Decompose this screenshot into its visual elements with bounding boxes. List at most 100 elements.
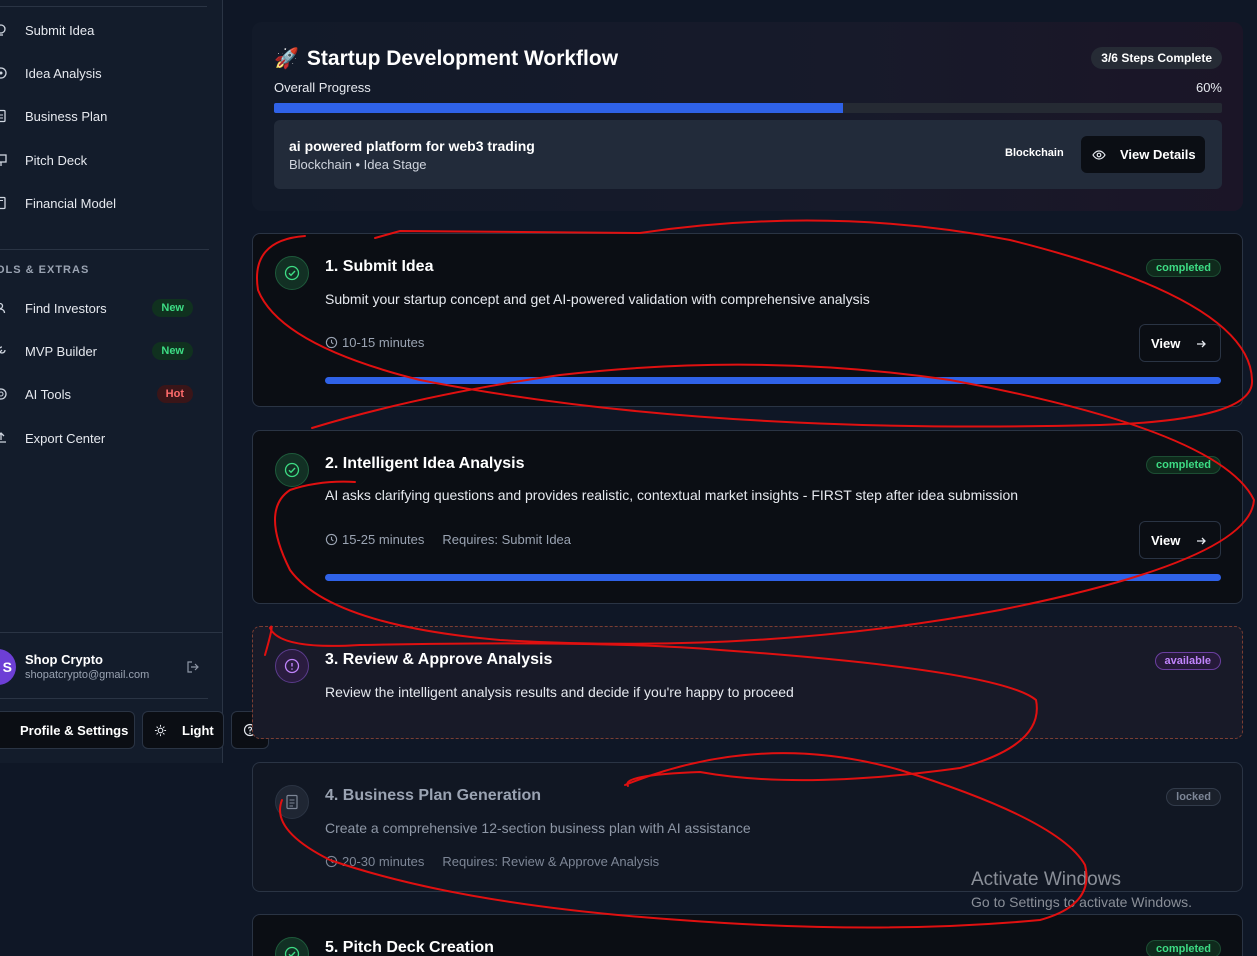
step-description: Create a comprehensive 12-section busine… (325, 820, 751, 836)
status-badge: completed (1145, 259, 1221, 277)
view-details-button[interactable]: View Details (1081, 136, 1205, 173)
profile-settings-label: Profile & Settings (20, 722, 129, 738)
alert-circle-icon (275, 649, 309, 683)
clock-icon (325, 336, 338, 349)
steps-complete-badge: 3/6 Steps Complete (1091, 47, 1222, 69)
user-panel: S Shop Crypto shopatcrypto@gmail.com Pro… (0, 632, 269, 763)
presentation-icon (0, 154, 7, 166)
idea-title: ai powered platform for web3 trading (289, 138, 535, 154)
logout-icon[interactable] (186, 660, 200, 674)
view-step-button[interactable]: View (1139, 324, 1221, 362)
check-circle-icon (275, 453, 309, 487)
step-meta: 20-30 minutes Requires: Review & Approve… (325, 854, 659, 869)
sidebar-item-pitch-deck[interactable]: Pitch Deck (0, 142, 207, 178)
sidebar-item-mvp-builder[interactable]: MVP Builder New (0, 333, 207, 369)
sidebar-top-divider (0, 6, 207, 7)
view-label: View (1151, 335, 1181, 351)
lightbulb-icon (0, 24, 6, 36)
idea-category-tag: Blockchain (1005, 147, 1064, 159)
step-title: 2. Intelligent Idea Analysis (325, 455, 525, 472)
sidebar-item-find-investors[interactable]: Find Investors New (0, 290, 207, 326)
sidebar-item-label: Export Center (25, 430, 106, 446)
status-badge: locked (1166, 788, 1221, 806)
check-circle-icon (275, 256, 309, 290)
overall-progress-bar (274, 103, 1222, 113)
sparkle-icon (0, 388, 7, 400)
sidebar-item-label: Find Investors (25, 300, 107, 316)
arrow-right-icon (1197, 537, 1206, 545)
arrow-right-icon (1197, 340, 1206, 348)
status-badge: completed (1145, 940, 1221, 956)
sidebar-item-label: AI Tools (25, 386, 72, 402)
clock-icon (325, 533, 338, 546)
step-duration: 20-30 minutes (342, 854, 425, 869)
theme-label: Light (182, 722, 214, 738)
avatar[interactable]: S (0, 649, 16, 685)
sidebar-item-submit-idea[interactable]: Submit Idea (0, 12, 207, 48)
step-card-review-analysis[interactable]: 3. Review & Approve Analysis available R… (252, 626, 1243, 739)
step-card-idea-analysis: 2. Intelligent Idea Analysis completed A… (252, 430, 1243, 604)
status-badge: completed (1145, 456, 1221, 474)
sidebar: Submit Idea Idea Analysis Business Plan … (0, 0, 269, 763)
step-progress-bar (325, 377, 1221, 384)
document-icon (275, 785, 309, 819)
new-badge: New (152, 342, 193, 360)
sidebar-item-label: MVP Builder (25, 343, 98, 359)
sidebar-item-label: Pitch Deck (25, 152, 88, 168)
main-content: 🚀 Startup Development Workflow 3/6 Steps… (223, 0, 1257, 956)
user-name: Shop Crypto (25, 652, 103, 667)
hot-badge: Hot (156, 385, 193, 403)
idea-summary: ai powered platform for web3 trading Blo… (274, 120, 1222, 189)
overall-progress-fill (274, 103, 843, 113)
sidebar-item-idea-analysis[interactable]: Idea Analysis (0, 55, 207, 91)
calculator-icon (0, 196, 6, 210)
step-meta: 10-15 minutes (325, 335, 424, 350)
workflow-header-card: 🚀 Startup Development Workflow 3/6 Steps… (252, 22, 1243, 211)
page-title-text: Startup Development Workflow (306, 46, 619, 70)
sidebar-item-export-center[interactable]: Export Center (0, 420, 207, 456)
new-badge: New (152, 299, 193, 317)
sidebar-item-ai-tools[interactable]: AI Tools Hot (0, 376, 207, 412)
view-details-label: View Details (1120, 147, 1196, 162)
users-icon (0, 302, 6, 314)
wrench-icon (0, 346, 6, 354)
sidebar-divider (0, 249, 209, 250)
step-description: AI asks clarifying questions and provide… (325, 487, 1019, 503)
user-email: shopatcrypto@gmail.com (25, 669, 150, 681)
activate-windows-subtitle: Go to Settings to activate Windows. (971, 894, 1192, 910)
sun-icon (154, 724, 167, 737)
activate-windows-title: Activate Windows (971, 869, 1121, 890)
sidebar-item-label: Submit Idea (25, 22, 95, 38)
idea-subtitle: Blockchain • Idea Stage (289, 157, 427, 172)
step-card-submit-idea: 1. Submit Idea completed Submit your sta… (252, 233, 1243, 407)
step-duration: 10-15 minutes (342, 335, 425, 350)
step-requirement: Requires: Submit Idea (442, 532, 572, 547)
sidebar-item-label: Idea Analysis (25, 65, 102, 81)
profile-settings-button[interactable]: Profile & Settings (0, 711, 135, 749)
document-icon (0, 109, 6, 123)
page-title: 🚀 Startup Development Workflow (274, 46, 618, 71)
step-description: Review the intelligent analysis results … (325, 684, 794, 700)
user-icon (0, 724, 5, 736)
step-description: Submit your startup concept and get AI-p… (325, 291, 870, 307)
step-title: 1. Submit Idea (325, 258, 434, 275)
export-icon (0, 432, 6, 443)
step-card-pitch-deck: 5. Pitch Deck Creation completed (252, 914, 1243, 956)
step-progress-bar (325, 574, 1221, 581)
eye-icon (1092, 150, 1106, 160)
step-requirement: Requires: Review & Approve Analysis (442, 854, 660, 869)
view-label: View (1151, 532, 1181, 548)
analysis-icon (0, 67, 7, 79)
sidebar-item-financial-model[interactable]: Financial Model (0, 185, 207, 221)
sidebar-item-label: Financial Model (25, 195, 117, 211)
sidebar-item-label: Business Plan (25, 108, 108, 124)
step-meta: 15-25 minutes Requires: Submit Idea (325, 532, 571, 547)
rocket-icon: 🚀 (274, 48, 299, 70)
step-title: 4. Business Plan Generation (325, 787, 542, 804)
status-badge: available (1154, 652, 1221, 670)
user-divider (0, 698, 208, 699)
theme-toggle-button[interactable]: Light (142, 711, 224, 749)
view-step-button[interactable]: View (1139, 521, 1221, 559)
sidebar-item-business-plan[interactable]: Business Plan (0, 98, 207, 134)
progress-label: Overall Progress (274, 80, 371, 95)
